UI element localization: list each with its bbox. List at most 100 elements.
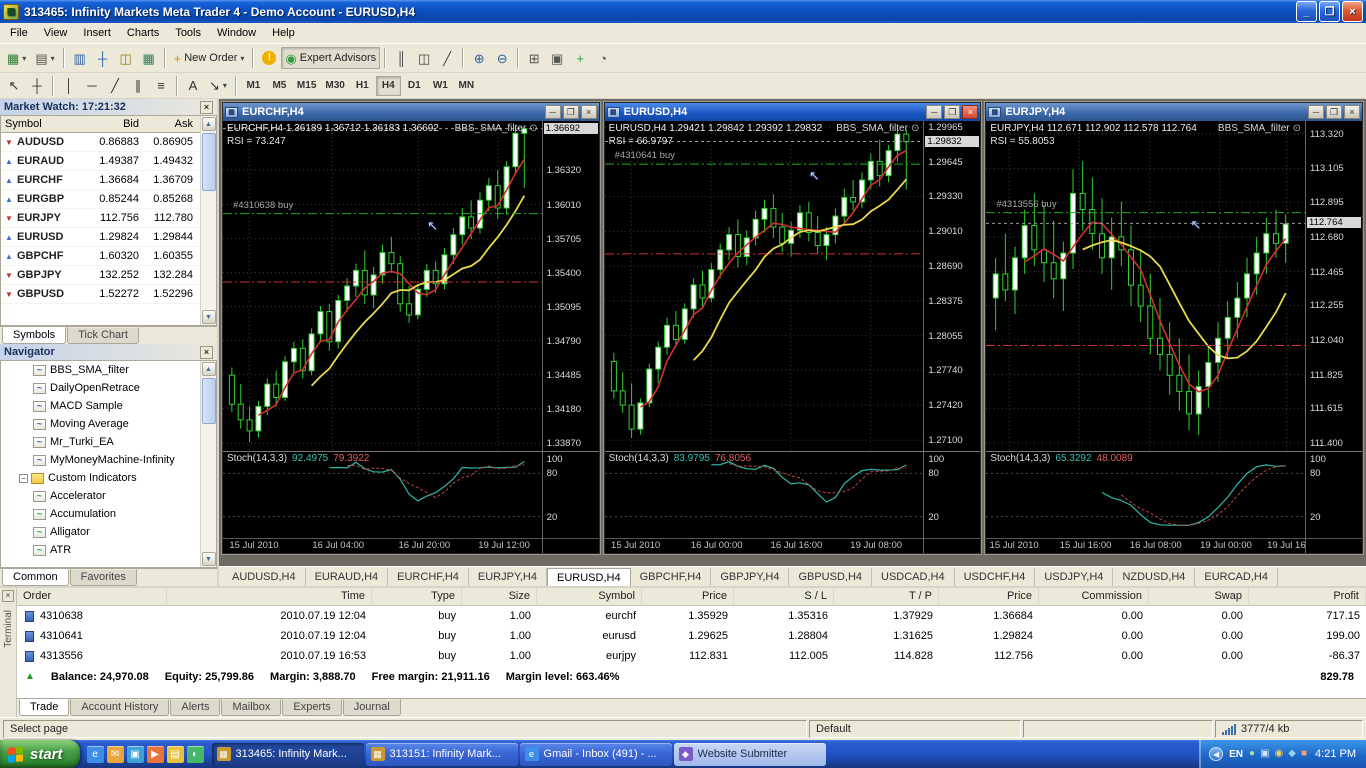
chart-titlebar[interactable]: ▦ EURUSD,H4 ─ ❐ × — [605, 103, 981, 121]
terminal-close-icon[interactable]: × — [2, 590, 14, 602]
ie-quicklaunch-icon[interactable]: e — [87, 746, 104, 763]
auto-trading-button[interactable]: + — [569, 47, 591, 69]
stochastic-pane[interactable]: Stoch(14,3,3)92.497579.3922 — [223, 451, 542, 538]
market-watch-row-euraud[interactable]: ▲EURAUD1.493871.49432 — [1, 152, 200, 171]
indicator-toggle-icon[interactable]: ⊙ — [529, 123, 537, 134]
chart-titlebar[interactable]: ▦ EURCHF,H4 ─ ❐ × — [223, 103, 599, 121]
navigator-item-accelerator[interactable]: ~Accelerator — [1, 487, 200, 505]
timeframe-m30-button[interactable]: M30 — [321, 76, 348, 96]
navigator-item-alligator[interactable]: ~Alligator — [1, 523, 200, 541]
chart-tab-eurchf-h4[interactable]: EURCHF,H4 — [388, 568, 469, 586]
chart-tab-gbpchf-h4[interactable]: GBPCHF,H4 — [631, 568, 712, 586]
candlestick-chart-button[interactable]: ◫ — [413, 47, 435, 69]
timeframe-m1-button[interactable]: M1 — [241, 76, 266, 96]
chart-restore-button[interactable]: ❐ — [563, 105, 579, 119]
timeframe-h4-button[interactable]: H4 — [376, 76, 401, 96]
show-desktop-icon[interactable]: ▣ — [127, 746, 144, 763]
zoom-out-button[interactable]: ⊖ — [491, 47, 513, 69]
market-watch-close-icon[interactable]: × — [200, 101, 213, 114]
navigator-close-icon[interactable]: × — [200, 346, 213, 359]
chart-restore-button[interactable]: ❐ — [944, 105, 960, 119]
chart-tab-euraud-h4[interactable]: EURAUD,H4 — [306, 568, 389, 586]
horizontal-line-button[interactable]: ─ — [81, 75, 103, 97]
chart-tab-gbpusd-h4[interactable]: GBPUSD,H4 — [789, 568, 872, 586]
terminal-tab-alerts[interactable]: Alerts — [170, 699, 220, 716]
profiles-button[interactable]: ▤▾ — [31, 47, 58, 69]
chart-tab-eurjpy-h4[interactable]: EURJPY,H4 — [469, 568, 547, 586]
trendline-button[interactable]: ╱ — [104, 75, 126, 97]
navigator-item-bbs-sma-filter[interactable]: ~BBS_SMA_filter — [1, 361, 200, 379]
timeframe-h1-button[interactable]: H1 — [350, 76, 375, 96]
tray-chevron-icon[interactable]: ◀ — [1209, 747, 1223, 761]
menu-item-window[interactable]: Window — [209, 24, 264, 42]
terminal-column-price-5[interactable]: Price — [642, 588, 734, 605]
navigator-titlebar[interactable]: Navigator × — [0, 344, 217, 361]
column-symbol[interactable]: Symbol — [1, 116, 85, 132]
price-axis[interactable]: 1.299651.296451.293301.290101.286901.283… — [923, 121, 980, 553]
timeframe-mn-button[interactable]: MN — [454, 76, 479, 96]
alert-button[interactable]: ! — [258, 47, 280, 69]
chart-plot-area[interactable]: EURCHF,H4 1.36189 1.36712 1.36183 1.3669… — [223, 121, 542, 451]
navigator-item-accumulation[interactable]: ~Accumulation — [1, 505, 200, 523]
terminal-column-commission-9[interactable]: Commission — [1039, 588, 1149, 605]
chart-tab-usdchf-h4[interactable]: USDCHF,H4 — [955, 568, 1036, 586]
time-axis[interactable]: 15 Jul 201016 Jul 00:0016 Jul 16:0019 Ju… — [605, 538, 924, 553]
chart-tab-gbpjpy-h4[interactable]: GBPJPY,H4 — [711, 568, 789, 586]
market-watch-button[interactable]: ▥ — [69, 47, 91, 69]
terminal-button[interactable]: ▦ — [138, 47, 160, 69]
bar-chart-button[interactable]: ║ — [390, 47, 412, 69]
terminal-column-swap-10[interactable]: Swap — [1149, 588, 1249, 605]
chart-titlebar[interactable]: ▦ EURJPY,H4 ─ ❐ × — [986, 103, 1362, 121]
market-watch-scrollbar[interactable]: ▲ ▼ — [200, 116, 216, 325]
chart-plot-area[interactable]: EURJPY,H4 112.671 112.902 112.578 112.76… — [986, 121, 1305, 451]
menu-item-tools[interactable]: Tools — [167, 24, 209, 42]
navigator-item-dailyopenretrace[interactable]: ~DailyOpenRetrace — [1, 379, 200, 397]
terminal-column-profit-11[interactable]: Profit — [1249, 588, 1366, 605]
chart-restore-button[interactable]: ❐ — [1326, 105, 1342, 119]
terminal-tab-experts[interactable]: Experts — [282, 699, 341, 716]
volume-tray-icon[interactable]: ◉ — [1275, 749, 1284, 759]
stochastic-pane[interactable]: Stoch(14,3,3)83.979576.8056 — [605, 451, 924, 538]
tile-windows-button[interactable]: ⊞ — [523, 47, 545, 69]
connection-status[interactable]: 3777/4 kb — [1215, 720, 1363, 738]
new-order-button[interactable]: +New Order▾ — [170, 47, 249, 69]
terminal-tab-trade[interactable]: Trade — [19, 699, 69, 716]
chart-minimize-button[interactable]: ─ — [545, 105, 561, 119]
terminal-column-type-2[interactable]: Type — [372, 588, 462, 605]
terminal-tab-journal[interactable]: Journal — [343, 699, 401, 716]
scroll-up-icon[interactable]: ▲ — [202, 117, 216, 131]
mail-quicklaunch-icon[interactable]: ✉ — [107, 746, 124, 763]
indicator-toggle-icon[interactable]: ⊙ — [1293, 123, 1301, 134]
market-watch-row-eurchf[interactable]: ▲EURCHF1.366841.36709 — [1, 171, 200, 190]
timeframe-m15-button[interactable]: M15 — [293, 76, 320, 96]
tree-expander-icon[interactable]: − — [19, 474, 28, 483]
navigator-item-custom-indicators[interactable]: −Custom Indicators — [1, 469, 200, 487]
chart-tab-eurcad-h4[interactable]: EURCAD,H4 — [1195, 568, 1278, 586]
scroll-thumb[interactable] — [202, 133, 216, 191]
navigator-item-atr[interactable]: ~ATR — [1, 541, 200, 559]
navigator-item-macd-sample[interactable]: ~MACD Sample — [1, 397, 200, 415]
chart-minimize-button[interactable]: ─ — [1308, 105, 1324, 119]
period-properties-button[interactable]: ◔ — [592, 47, 614, 69]
column-bid[interactable]: Bid — [85, 116, 143, 132]
chart-tab-nzdusd-h4[interactable]: NZDUSD,H4 — [1113, 568, 1195, 586]
terminal-column-t-p-7[interactable]: T / P — [834, 588, 939, 605]
cascade-windows-button[interactable]: ▣ — [546, 47, 568, 69]
new-chart-button[interactable]: ▦▾ — [3, 47, 30, 69]
menu-item-file[interactable]: File — [2, 24, 36, 42]
scroll-down-icon[interactable]: ▼ — [202, 552, 216, 566]
market-watch-row-eurusd[interactable]: ▲EURUSD1.298241.29844 — [1, 228, 200, 247]
minimize-button[interactable]: _ — [1296, 1, 1317, 22]
network-tray-icon[interactable]: ▣ — [1260, 749, 1269, 759]
chart-plot-area[interactable]: EURUSD,H4 1.29421 1.29842 1.29392 1.2983… — [605, 121, 924, 451]
chart-tab-audusd-h4[interactable]: AUDUSD,H4 — [223, 568, 306, 586]
market-watch-row-gbpjpy[interactable]: ▼GBPJPY132.252132.284 — [1, 266, 200, 285]
task-button-313465-infinity-mark[interactable]: ▦313465: Infinity Mark... — [212, 743, 364, 766]
task-button-313151-infinity-mark[interactable]: ▦313151: Infinity Mark... — [366, 743, 518, 766]
column-ask[interactable]: Ask — [143, 116, 197, 132]
timeframe-d1-button[interactable]: D1 — [402, 76, 427, 96]
scroll-down-icon[interactable]: ▼ — [202, 310, 216, 324]
fibonacci-button[interactable]: ≡ — [150, 75, 172, 97]
stochastic-pane[interactable]: Stoch(14,3,3)65.329248.0089 — [986, 451, 1305, 538]
market-watch-row-gbpchf[interactable]: ▲GBPCHF1.603201.60355 — [1, 247, 200, 266]
